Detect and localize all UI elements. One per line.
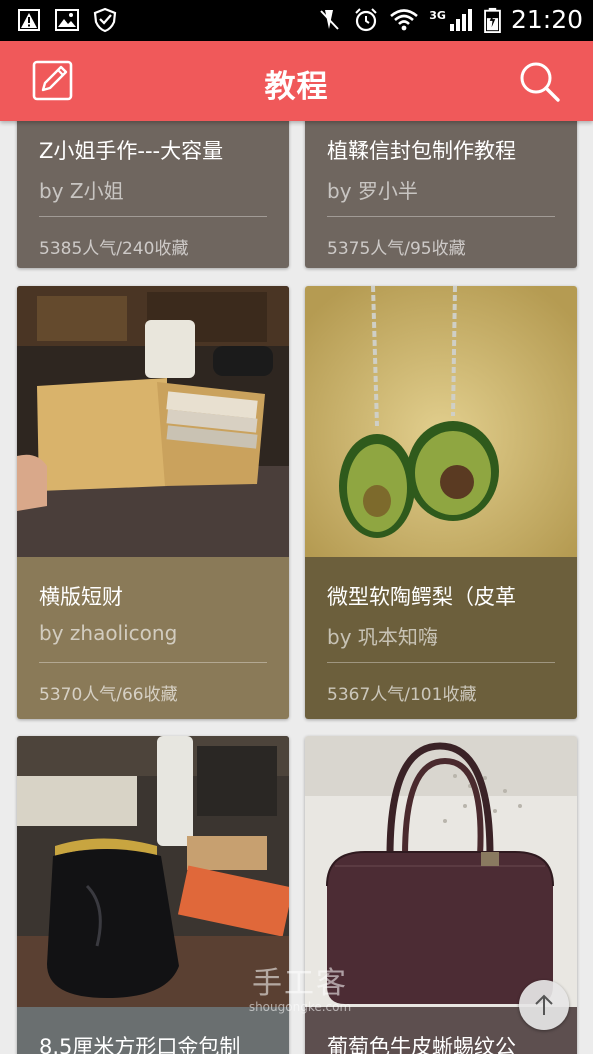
page-title: 教程: [264, 69, 329, 105]
back-to-top-button[interactable]: [519, 980, 569, 1030]
card-thumbnail-avocado: [305, 286, 577, 557]
wifi-icon: [390, 9, 419, 31]
tutorial-card[interactable]: 植鞣信封包制作教程 by 罗小半 5375人气/95收藏: [305, 121, 577, 268]
arrow-up-icon: [535, 994, 553, 1015]
card-author: by zhaolicong: [39, 621, 178, 645]
watermark-name: 手工客: [252, 966, 348, 1001]
card-divider: [39, 662, 267, 663]
tutorial-card[interactable]: 横版短财 by zhaolicong 5370人气/66收藏: [17, 286, 289, 719]
card-title: 葡萄色牛皮蜥蜴纹公: [327, 1035, 516, 1054]
card-title: Z小姐手作---大容量: [39, 139, 224, 163]
card-stats: 5367人气/101收藏: [327, 685, 477, 705]
card-title: 微型软陶鳄梨（皮革: [327, 585, 516, 609]
card-info: 8.5厘米方形口金包制: [17, 1007, 289, 1054]
network-type: 3G: [429, 8, 446, 22]
watermark-url: shougongke.com: [248, 1000, 352, 1014]
mute-icon: [320, 10, 339, 30]
image-icon: [55, 9, 79, 31]
tutorial-feed[interactable]: Z小姐手作---大容量 by Z小姐 5385人气/240收藏 植鞣信封包制作教…: [0, 121, 593, 1054]
alarm-icon: [355, 8, 377, 32]
card-divider: [39, 216, 267, 217]
app-bar: 教程: [0, 41, 593, 121]
card-info: 横版短财 by zhaolicong 5370人气/66收藏: [17, 557, 289, 719]
battery-icon: [484, 7, 501, 33]
card-thumbnail-coin-purse: [17, 736, 289, 1007]
card-thumbnail-wallet: [17, 286, 289, 557]
card-divider: [327, 216, 555, 217]
card-info: 微型软陶鳄梨（皮革 by 巩本知嗨 5367人气/101收藏: [305, 557, 577, 719]
watermark-logo: 手工客 shougongke.com: [230, 966, 370, 1015]
card-info: 植鞣信封包制作教程 by 罗小半 5375人气/95收藏: [305, 121, 577, 268]
card-title: 横版短财: [39, 585, 123, 609]
status-bar: 3G 21:20: [0, 0, 593, 41]
card-stats: 5370人气/66收藏: [39, 685, 178, 705]
card-title: 8.5厘米方形口金包制: [39, 1035, 241, 1054]
tutorial-card[interactable]: Z小姐手作---大容量 by Z小姐 5385人气/240收藏: [17, 121, 289, 268]
card-stats: 5375人气/95收藏: [327, 239, 466, 259]
signal-icon: [449, 9, 472, 31]
card-info: Z小姐手作---大容量 by Z小姐 5385人气/240收藏: [17, 121, 289, 268]
search-icon[interactable]: [517, 59, 561, 103]
warning-icon: [18, 9, 40, 31]
shield-icon: [93, 7, 117, 33]
card-divider: [327, 662, 555, 663]
clock: 21:20: [510, 5, 583, 34]
tutorial-card[interactable]: 微型软陶鳄梨（皮革 by 巩本知嗨 5367人气/101收藏: [305, 286, 577, 719]
card-stats: 5385人气/240收藏: [39, 239, 189, 259]
card-author: by 罗小半: [327, 179, 418, 203]
card-author: by 巩本知嗨: [327, 625, 438, 649]
card-author: by Z小姐: [39, 179, 124, 203]
card-title: 植鞣信封包制作教程: [327, 139, 516, 163]
